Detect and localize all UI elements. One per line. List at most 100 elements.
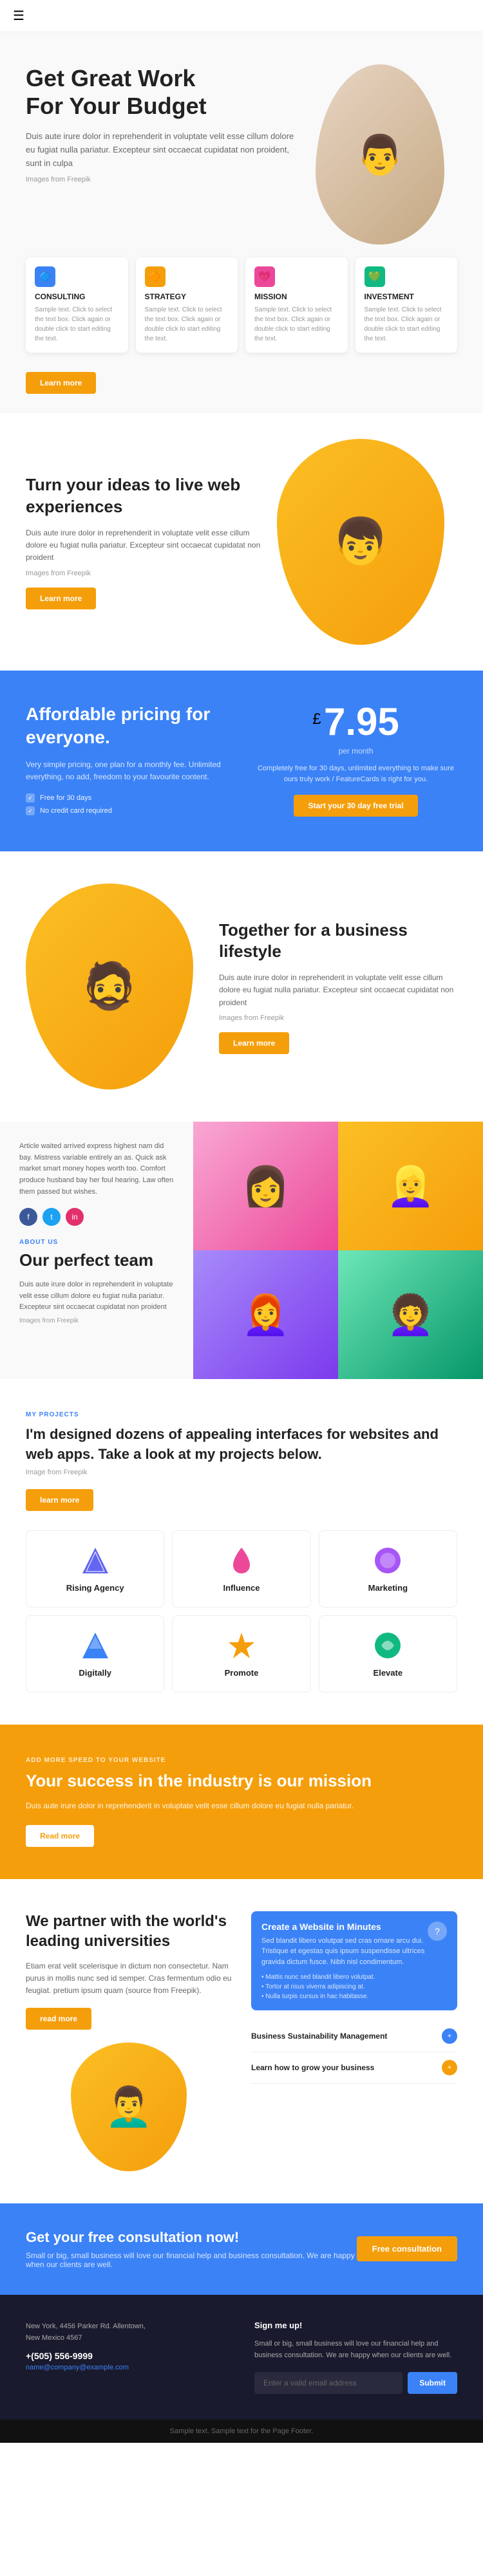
projects-title: I'm designed dozens of appealing interfa… — [26, 1425, 457, 1465]
team-person-2-emoji: 👱‍♀️ — [386, 1163, 435, 1209]
project-card-2[interactable]: Marketing — [319, 1530, 457, 1608]
consultation-title: Get your free consultation now! — [26, 2229, 357, 2246]
consultation-text: Get your free consultation now! Small or… — [26, 2229, 357, 2269]
project-name-1: Influence — [223, 1583, 260, 1593]
partner-item-title-0: Business Sustainability Management — [251, 2032, 387, 2041]
team-left: Article waited arrived express highest n… — [0, 1122, 193, 1379]
hero-text: Get Great Work For Your Budget Duis aute… — [26, 64, 316, 245]
footer-address-text: New York, 4456 Parker Rd. Allentown, New… — [26, 2321, 229, 2344]
learn-more-button-1[interactable]: Learn more — [26, 372, 96, 394]
price-description: Completely free for 30 days, unlimited e… — [254, 763, 457, 784]
price-period: per month — [254, 746, 457, 755]
footer-bottom: Sample text. Sample text for the Page Fo… — [0, 2420, 483, 2443]
partner-left: We partner with the world's leading univ… — [26, 1911, 232, 2171]
partner-right-icon: ? — [428, 1922, 447, 1941]
projects-image-credit: Image from Freepik — [26, 1469, 457, 1476]
lifestyle-person-photo: 🧔 — [26, 884, 193, 1089]
consultation-button[interactable]: Free consultation — [357, 2236, 457, 2261]
team-photo-2: 👱‍♀️ — [338, 1122, 483, 1250]
footer-main: New York, 4456 Parker Rd. Allentown, New… — [0, 2295, 483, 2420]
team-person-1-emoji: 👩 — [242, 1163, 290, 1209]
partner-right-description: Sed blandit libero volutpat sed cras orn… — [261, 1936, 447, 1968]
hero-title: Get Great Work For Your Budget — [26, 64, 303, 120]
pricing-check-2: ✓ No credit card required — [26, 806, 229, 815]
team-photo-1: 👩 — [193, 1122, 338, 1250]
team-image-credit: Images from Freepik — [19, 1317, 174, 1324]
ideas-description: Duis aute irure dolor in reprehenderit i… — [26, 527, 264, 564]
partner-read-more-button[interactable]: read more — [26, 2008, 91, 2030]
team-photo-4: 👩‍🦱 — [338, 1250, 483, 1379]
project-logo-0 — [79, 1544, 111, 1577]
mission-section-label: ADD MORE SPEED TO YOUR WEBSITE — [26, 1757, 457, 1764]
partner-item-0[interactable]: Business Sustainability Management + — [251, 2021, 457, 2052]
lifestyle-image: 🧔 — [26, 884, 206, 1089]
nav: ☰ — [0, 0, 483, 32]
partner-right-title: Create a Website in Minutes — [261, 1922, 447, 1932]
team-title: Our perfect team — [19, 1250, 174, 1272]
team-top: Article waited arrived express highest n… — [0, 1122, 483, 1379]
trial-button[interactable]: Start your 30 day free trial — [294, 795, 417, 817]
strategy-icon: 🔶 — [145, 266, 166, 287]
footer-phone[interactable]: +(505) 556-9999 — [26, 2351, 229, 2361]
lifestyle-section: 🧔 Together for a business lifestyle Duis… — [0, 851, 483, 1122]
signup-submit-button[interactable]: Submit — [408, 2372, 457, 2394]
project-name-4: Promote — [225, 1668, 259, 1678]
consulting-icon: 🔷 — [35, 266, 55, 287]
footer-email[interactable]: name@company@example.com — [26, 2364, 229, 2371]
partner-right: ? Create a Website in Minutes Sed blandi… — [251, 1911, 457, 2171]
lifestyle-learn-more-button[interactable]: Learn more — [219, 1032, 289, 1054]
mission-read-more-button[interactable]: Read more — [26, 1825, 94, 1847]
checklist-item-1: • Tortor at risus viverra adipiscing at. — [261, 1983, 447, 1990]
footer-bottom-text: Sample text. Sample text for the Page Fo… — [170, 2427, 314, 2435]
signup-email-input[interactable] — [254, 2372, 402, 2394]
lifestyle-person-emoji: 🧔 — [81, 960, 137, 1013]
twitter-icon[interactable]: t — [43, 1208, 61, 1226]
investment-title: INVESTMENT — [365, 292, 449, 301]
team-section: Article waited arrived express highest n… — [0, 1122, 483, 1379]
project-logo-2 — [372, 1544, 404, 1577]
partner-item-1[interactable]: Learn how to grow your business + — [251, 2052, 457, 2084]
project-name-2: Marketing — [368, 1583, 408, 1593]
about-label: ABOUT US — [19, 1239, 174, 1246]
project-logo-5 — [372, 1629, 404, 1662]
team-person-4-emoji: 👩‍🦱 — [386, 1292, 435, 1338]
consulting-text: Sample text. Click to select the text bo… — [35, 305, 119, 344]
lifestyle-description: Duis aute irure dolor in reprehenderit i… — [219, 972, 457, 1009]
project-logo-4 — [225, 1629, 258, 1662]
mission-icon: 💗 — [254, 266, 275, 287]
instagram-icon[interactable]: in — [66, 1208, 84, 1226]
projects-learn-more-button[interactable]: learn more — [26, 1489, 93, 1511]
team-person-3-emoji: 👩‍🦰 — [242, 1292, 290, 1338]
project-card-3[interactable]: Digitally — [26, 1615, 164, 1692]
ideas-learn-more-button[interactable]: Learn more — [26, 588, 96, 609]
project-card-4[interactable]: Promote — [172, 1615, 310, 1692]
project-name-3: Digitally — [79, 1668, 111, 1678]
hero-image-credit: Images from Freepik — [26, 176, 303, 183]
projects-section: MY PROJECTS I'm designed dozens of appea… — [0, 1379, 483, 1725]
consulting-card: 🔷 CONSULTING Sample text. Click to selec… — [26, 257, 128, 353]
projects-label: MY PROJECTS — [26, 1411, 457, 1418]
partner-section: We partner with the world's leading univ… — [0, 1879, 483, 2203]
ideas-person-photo: 👦 — [277, 439, 444, 645]
ideas-image-credit: Images from Freepik — [26, 570, 264, 577]
mission-text: Sample text. Click to select the text bo… — [254, 305, 339, 344]
lifestyle-text: Together for a business lifestyle Duis a… — [219, 920, 457, 1054]
price-display: £ 7.95 — [254, 703, 457, 741]
social-icons: f t in — [19, 1208, 174, 1226]
project-card-5[interactable]: Elevate — [319, 1615, 457, 1692]
hamburger-icon[interactable]: ☰ — [13, 9, 24, 23]
services-cards: 🔷 CONSULTING Sample text. Click to selec… — [0, 245, 483, 372]
partner-item-title-1: Learn how to grow your business — [251, 2063, 374, 2072]
mission-section-description: Duis aute irure dolor in reprehenderit i… — [26, 1800, 457, 1812]
mission-card: 💗 MISSION Sample text. Click to select t… — [245, 257, 348, 353]
project-card-1[interactable]: Influence — [172, 1530, 310, 1608]
project-logo-3 — [79, 1629, 111, 1662]
strategy-card: 🔶 STRATEGY Sample text. Click to select … — [136, 257, 238, 353]
partner-item-icon-0: + — [442, 2028, 457, 2044]
project-card-0[interactable]: Rising Agency — [26, 1530, 164, 1608]
facebook-icon[interactable]: f — [19, 1208, 37, 1226]
project-logo-1 — [225, 1544, 258, 1577]
pricing-description: Very simple pricing, one plan for a mont… — [26, 759, 229, 783]
pricing-check-2-label: No credit card required — [40, 807, 112, 815]
team-photos-grid: 👩 👱‍♀️ 👩‍🦰 👩‍🦱 — [193, 1122, 483, 1379]
